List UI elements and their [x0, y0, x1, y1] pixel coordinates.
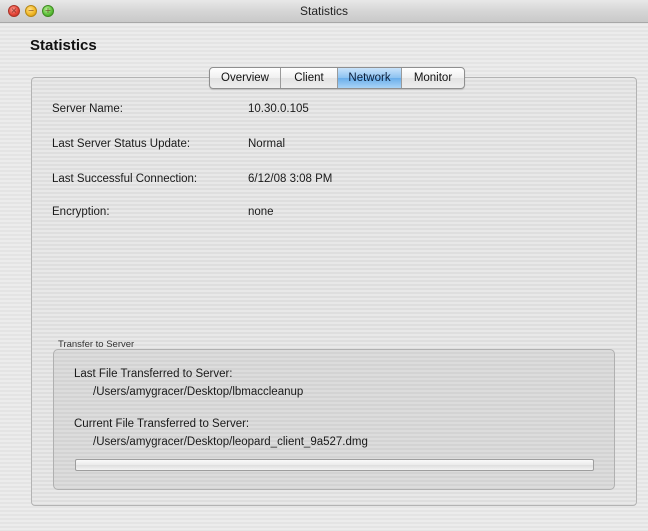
last-file-path: /Users/amygracer/Desktop/lbmaccleanup: [93, 386, 304, 398]
encryption-label: Encryption:: [52, 206, 110, 218]
current-file-path: /Users/amygracer/Desktop/leopard_client_…: [93, 436, 368, 448]
current-file-label: Current File Transferred to Server:: [74, 418, 250, 430]
encryption-value: none: [248, 206, 274, 218]
transfer-progress-bar: [75, 459, 594, 471]
tab-monitor[interactable]: Monitor: [402, 68, 464, 88]
last-connection-label: Last Successful Connection:: [52, 173, 198, 185]
last-file-label: Last File Transferred to Server:: [74, 368, 233, 380]
statistics-window: × − + Statistics Statistics Overview Cli…: [0, 0, 648, 531]
status-update-label: Last Server Status Update:: [52, 138, 191, 150]
title-bar[interactable]: × − + Statistics: [0, 0, 648, 23]
tab-bar: Overview Client Network Monitor: [209, 67, 465, 89]
page-title: Statistics: [30, 37, 97, 54]
server-name-label: Server Name:: [52, 103, 123, 115]
last-connection-value: 6/12/08 3:08 PM: [248, 173, 333, 185]
server-name-value: 10.30.0.105: [248, 103, 309, 115]
tab-network[interactable]: Network: [338, 68, 402, 88]
tab-client[interactable]: Client: [281, 68, 338, 88]
tab-overview[interactable]: Overview: [210, 68, 281, 88]
status-update-value: Normal: [248, 138, 286, 150]
window-title: Statistics: [299, 4, 348, 18]
